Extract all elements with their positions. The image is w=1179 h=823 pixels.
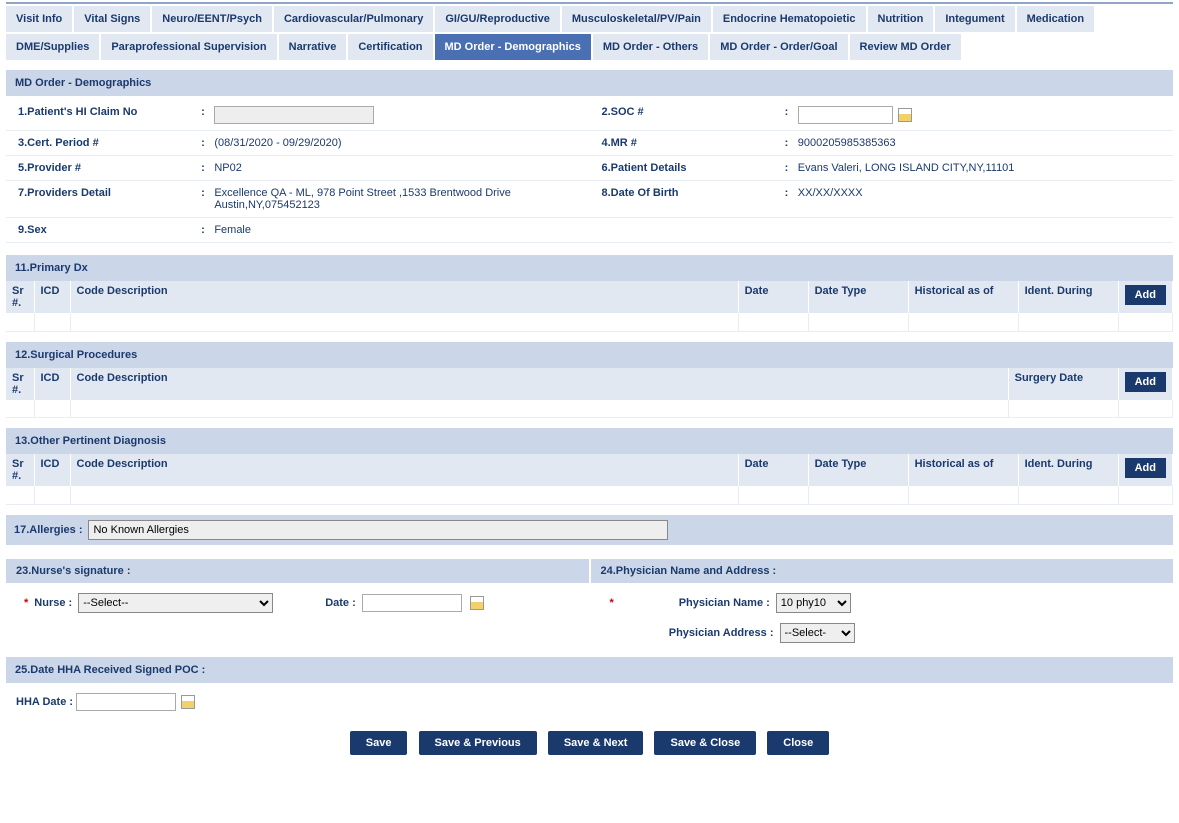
col-code-desc: Code Description	[70, 281, 738, 313]
required-marker: *	[610, 597, 614, 609]
section-surgical: 12.Surgical Procedures	[6, 342, 1173, 368]
col-date-type: Date Type	[808, 281, 908, 313]
col-icd: ICD	[34, 454, 70, 486]
col-sr: Sr #.	[6, 368, 34, 400]
col-historical: Historical as of	[908, 281, 1018, 313]
physician-address-select[interactable]: --Select-	[780, 623, 855, 643]
calendar-icon[interactable]	[181, 695, 195, 709]
tabs-row-1: Visit InfoVital SignsNeuro/EENT/PsychCar…	[6, 6, 1173, 32]
table-row	[6, 400, 1173, 418]
table-row	[6, 313, 1173, 331]
action-buttons: Save Save & Previous Save & Next Save & …	[6, 731, 1173, 755]
surgical-table: Sr #. ICD Code Description Surgery Date …	[6, 368, 1173, 419]
tab-nutrition[interactable]: Nutrition	[868, 6, 934, 32]
nurse-date-label: Date :	[325, 597, 356, 609]
required-marker: *	[24, 597, 28, 609]
section-header: MD Order - Demographics	[6, 70, 1173, 96]
section-allergies: 17.Allergies :	[6, 515, 1173, 545]
allergies-input[interactable]	[88, 520, 668, 540]
hha-date-label: HHA Date :	[16, 696, 73, 708]
label-hi-claim: 1.Patient's HI Claim No	[6, 100, 196, 131]
col-historical: Historical as of	[908, 454, 1018, 486]
close-button[interactable]: Close	[767, 731, 829, 755]
calendar-icon[interactable]	[470, 596, 484, 610]
table-row	[6, 486, 1173, 504]
section-hha: 25.Date HHA Received Signed POC :	[6, 657, 1173, 683]
save-next-button[interactable]: Save & Next	[548, 731, 644, 755]
provider-no-value: NP02	[210, 156, 589, 181]
label-providers-detail: 7.Providers Detail	[6, 181, 196, 218]
physician-address-label: Physician Address :	[624, 627, 774, 639]
col-code-desc: Code Description	[70, 454, 738, 486]
patient-details-value: Evans Valeri, LONG ISLAND CITY,NY,11101	[794, 156, 1173, 181]
col-icd: ICD	[34, 281, 70, 313]
label-mr: 4.MR #	[589, 131, 779, 156]
label-sex: 9.Sex	[6, 218, 196, 243]
tab-review-md-order[interactable]: Review MD Order	[850, 34, 961, 60]
tab-endocrine-hematopoietic[interactable]: Endocrine Hematopoietic	[713, 6, 866, 32]
tab-paraprofessional-supervision[interactable]: Paraprofessional Supervision	[101, 34, 276, 60]
tabs-row-2: DME/SuppliesParaprofessional Supervision…	[6, 34, 1173, 60]
sex-value: Female	[210, 218, 589, 243]
tab-narrative[interactable]: Narrative	[279, 34, 347, 60]
section-primary-dx: 11.Primary Dx	[6, 255, 1173, 281]
section-other-dx: 13.Other Pertinent Diagnosis	[6, 428, 1173, 454]
add-other-dx-button[interactable]: Add	[1125, 458, 1166, 478]
tab-vital-signs[interactable]: Vital Signs	[74, 6, 150, 32]
tab-md-order-demographics[interactable]: MD Order - Demographics	[435, 34, 591, 60]
tab-integument[interactable]: Integument	[935, 6, 1014, 32]
section-nurse-signature: 23.Nurse's signature :	[6, 559, 591, 583]
col-sr: Sr #.	[6, 454, 34, 486]
label-soc: 2.SOC #	[589, 100, 779, 131]
col-ident-during: Ident. During	[1018, 281, 1118, 313]
tab-medication[interactable]: Medication	[1017, 6, 1094, 32]
cert-period-value: (08/31/2020 - 09/29/2020)	[210, 131, 589, 156]
nurse-select[interactable]: --Select--	[78, 593, 273, 613]
label-dob: 8.Date Of Birth	[589, 181, 779, 218]
label-provider-no: 5.Provider #	[6, 156, 196, 181]
add-surgical-button[interactable]: Add	[1125, 372, 1166, 392]
hi-claim-input[interactable]	[214, 106, 374, 124]
col-date-type: Date Type	[808, 454, 908, 486]
add-primary-dx-button[interactable]: Add	[1125, 285, 1166, 305]
tab-md-order-others[interactable]: MD Order - Others	[593, 34, 708, 60]
soc-input[interactable]	[798, 106, 893, 124]
tab-neuro-eent-psych[interactable]: Neuro/EENT/Psych	[152, 6, 272, 32]
save-previous-button[interactable]: Save & Previous	[419, 731, 537, 755]
label-cert-period: 3.Cert. Period #	[6, 131, 196, 156]
label-patient-details: 6.Patient Details	[589, 156, 779, 181]
tab-gi-gu-reproductive[interactable]: GI/GU/Reproductive	[435, 6, 560, 32]
tab-cardiovascular-pulmonary[interactable]: Cardiovascular/Pulmonary	[274, 6, 433, 32]
primary-dx-table: Sr #. ICD Code Description Date Date Typ…	[6, 281, 1173, 332]
providers-detail-value: Excellence QA - ML, 978 Point Street ,15…	[210, 181, 589, 218]
col-code-desc: Code Description	[70, 368, 1008, 400]
other-dx-table: Sr #. ICD Code Description Date Date Typ…	[6, 454, 1173, 505]
tab-md-order-order-goal[interactable]: MD Order - Order/Goal	[710, 34, 847, 60]
save-button[interactable]: Save	[350, 731, 408, 755]
demographics-table: 1.Patient's HI Claim No : 2.SOC # : 3.Ce…	[6, 100, 1173, 243]
physician-name-label: Physician Name :	[620, 597, 770, 609]
tab-visit-info[interactable]: Visit Info	[6, 6, 72, 32]
tab-musculoskeletal-pv-pain[interactable]: Musculoskeletal/PV/Pain	[562, 6, 711, 32]
nurse-date-input[interactable]	[362, 594, 462, 612]
physician-name-select[interactable]: 10 phy10	[776, 593, 851, 613]
tab-certification[interactable]: Certification	[348, 34, 432, 60]
allergies-label: 17.Allergies :	[14, 524, 82, 536]
dob-value: XX/XX/XXXX	[794, 181, 1173, 218]
mr-value: 9000205985385363	[794, 131, 1173, 156]
col-sr: Sr #.	[6, 281, 34, 313]
hha-date-input[interactable]	[76, 693, 176, 711]
save-close-button[interactable]: Save & Close	[654, 731, 756, 755]
section-physician: 24.Physician Name and Address :	[591, 559, 1174, 583]
col-surgery-date: Surgery Date	[1008, 368, 1118, 400]
col-date: Date	[738, 454, 808, 486]
col-icd: ICD	[34, 368, 70, 400]
nurse-label: Nurse :	[34, 597, 72, 609]
col-date: Date	[738, 281, 808, 313]
tab-dme-supplies[interactable]: DME/Supplies	[6, 34, 99, 60]
calendar-icon[interactable]	[898, 108, 912, 122]
col-ident-during: Ident. During	[1018, 454, 1118, 486]
